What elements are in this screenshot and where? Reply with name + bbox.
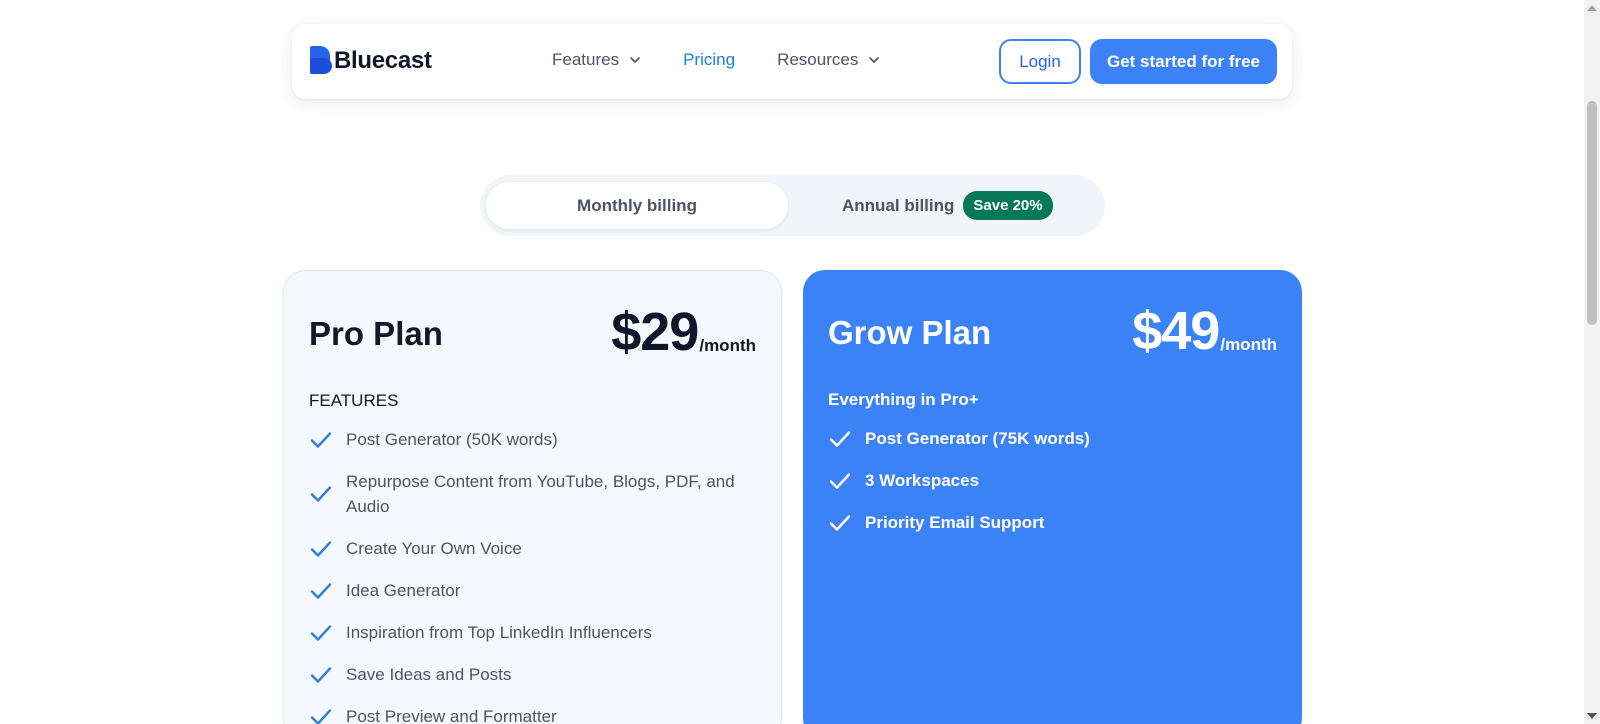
nav-pricing-label: Pricing [683,50,736,69]
check-icon [829,430,851,447]
feature-text: Priority Email Support [865,513,1045,532]
nav-features[interactable]: Features [552,50,641,70]
check-icon [310,431,332,448]
feature-item: Idea Generator [309,578,759,603]
brand-name: Bluecast [334,47,432,74]
monthly-billing-option[interactable]: Monthly billing [486,182,788,229]
feature-item: Post Generator (75K words) [828,426,1278,451]
feature-text: Idea Generator [346,581,461,600]
feature-text: Post Preview and Formatter [346,707,557,724]
check-icon [310,666,332,683]
chevron-down-icon [869,57,880,63]
price-amount: $49 [1132,301,1220,361]
check-icon [829,472,851,489]
feature-text: Post Generator (75K words) [865,429,1090,448]
feature-item: Create Your Own Voice [309,536,759,561]
check-icon [310,624,332,641]
logo-icon [310,46,334,76]
annual-billing-option[interactable]: Annual billing Save 20% [842,189,1053,222]
annual-billing-label: Annual billing [842,195,955,215]
price-period: /month [699,336,756,355]
grow-plan-card: Grow Plan $49 /month Everything in Pro+ … [803,270,1302,724]
check-icon [310,540,332,557]
nav-pricing[interactable]: Pricing [683,50,735,70]
feature-item: Post Generator (50K words) [309,427,759,452]
features-heading: FEATURES [309,391,399,410]
nav-links: Features Pricing Resources [552,50,922,70]
navbar: Bluecast Features Pricing Resources Logi… [292,24,1292,99]
pro-plan-card: Pro Plan $29 /month FEATURES Post Genera… [283,270,782,724]
feature-item: Save Ideas and Posts [309,662,759,687]
chevron-down-icon [630,57,640,63]
login-button[interactable]: Login [999,39,1081,84]
features-heading: Everything in Pro+ [828,390,979,409]
price-amount: $29 [611,302,699,362]
feature-list: Post Generator (75K words) 3 Workspaces Pr… [828,426,1278,552]
feature-text: Inspiration from Top LinkedIn Influencer… [346,623,652,642]
billing-toggle: Monthly billing Annual billing Save 20% [480,175,1105,236]
feature-text: Repurpose Content from YouTube, Blogs, P… [346,472,735,516]
feature-item: Post Preview and Formatter [309,704,759,724]
nav-resources[interactable]: Resources [777,50,880,70]
nav-features-label: Features [552,50,620,69]
feature-text: Create Your Own Voice [346,539,522,558]
plan-name: Grow Plan [828,314,992,351]
scroll-up-arrow-icon[interactable] [1587,5,1597,11]
feature-item: 3 Workspaces [828,468,1278,493]
check-icon [310,708,332,724]
scroll-down-arrow-icon[interactable] [1587,713,1597,719]
feature-list: Post Generator (50K words) Repurpose Cont… [309,427,759,724]
feature-item: Priority Email Support [828,510,1278,535]
feature-item: Inspiration from Top LinkedIn Influencer… [309,620,759,645]
plan-price: $29 /month [611,305,756,359]
price-period: /month [1220,335,1277,354]
check-icon [310,582,332,599]
plan-price: $49 /month [1132,304,1277,358]
plan-name: Pro Plan [309,315,443,352]
scrollbar-thumb[interactable] [1587,101,1597,325]
check-icon [310,486,332,502]
nav-resources-label: Resources [777,50,859,69]
logo[interactable]: Bluecast [310,46,432,76]
feature-text: Save Ideas and Posts [346,665,512,684]
get-started-button[interactable]: Get started for free [1090,39,1277,84]
feature-text: Post Generator (50K words) [346,430,558,449]
check-icon [829,514,851,531]
feature-text: 3 Workspaces [865,471,980,490]
scrollbar[interactable] [1584,0,1600,724]
feature-item: Repurpose Content from YouTube, Blogs, P… [309,469,759,519]
save-badge: Save 20% [963,191,1053,220]
